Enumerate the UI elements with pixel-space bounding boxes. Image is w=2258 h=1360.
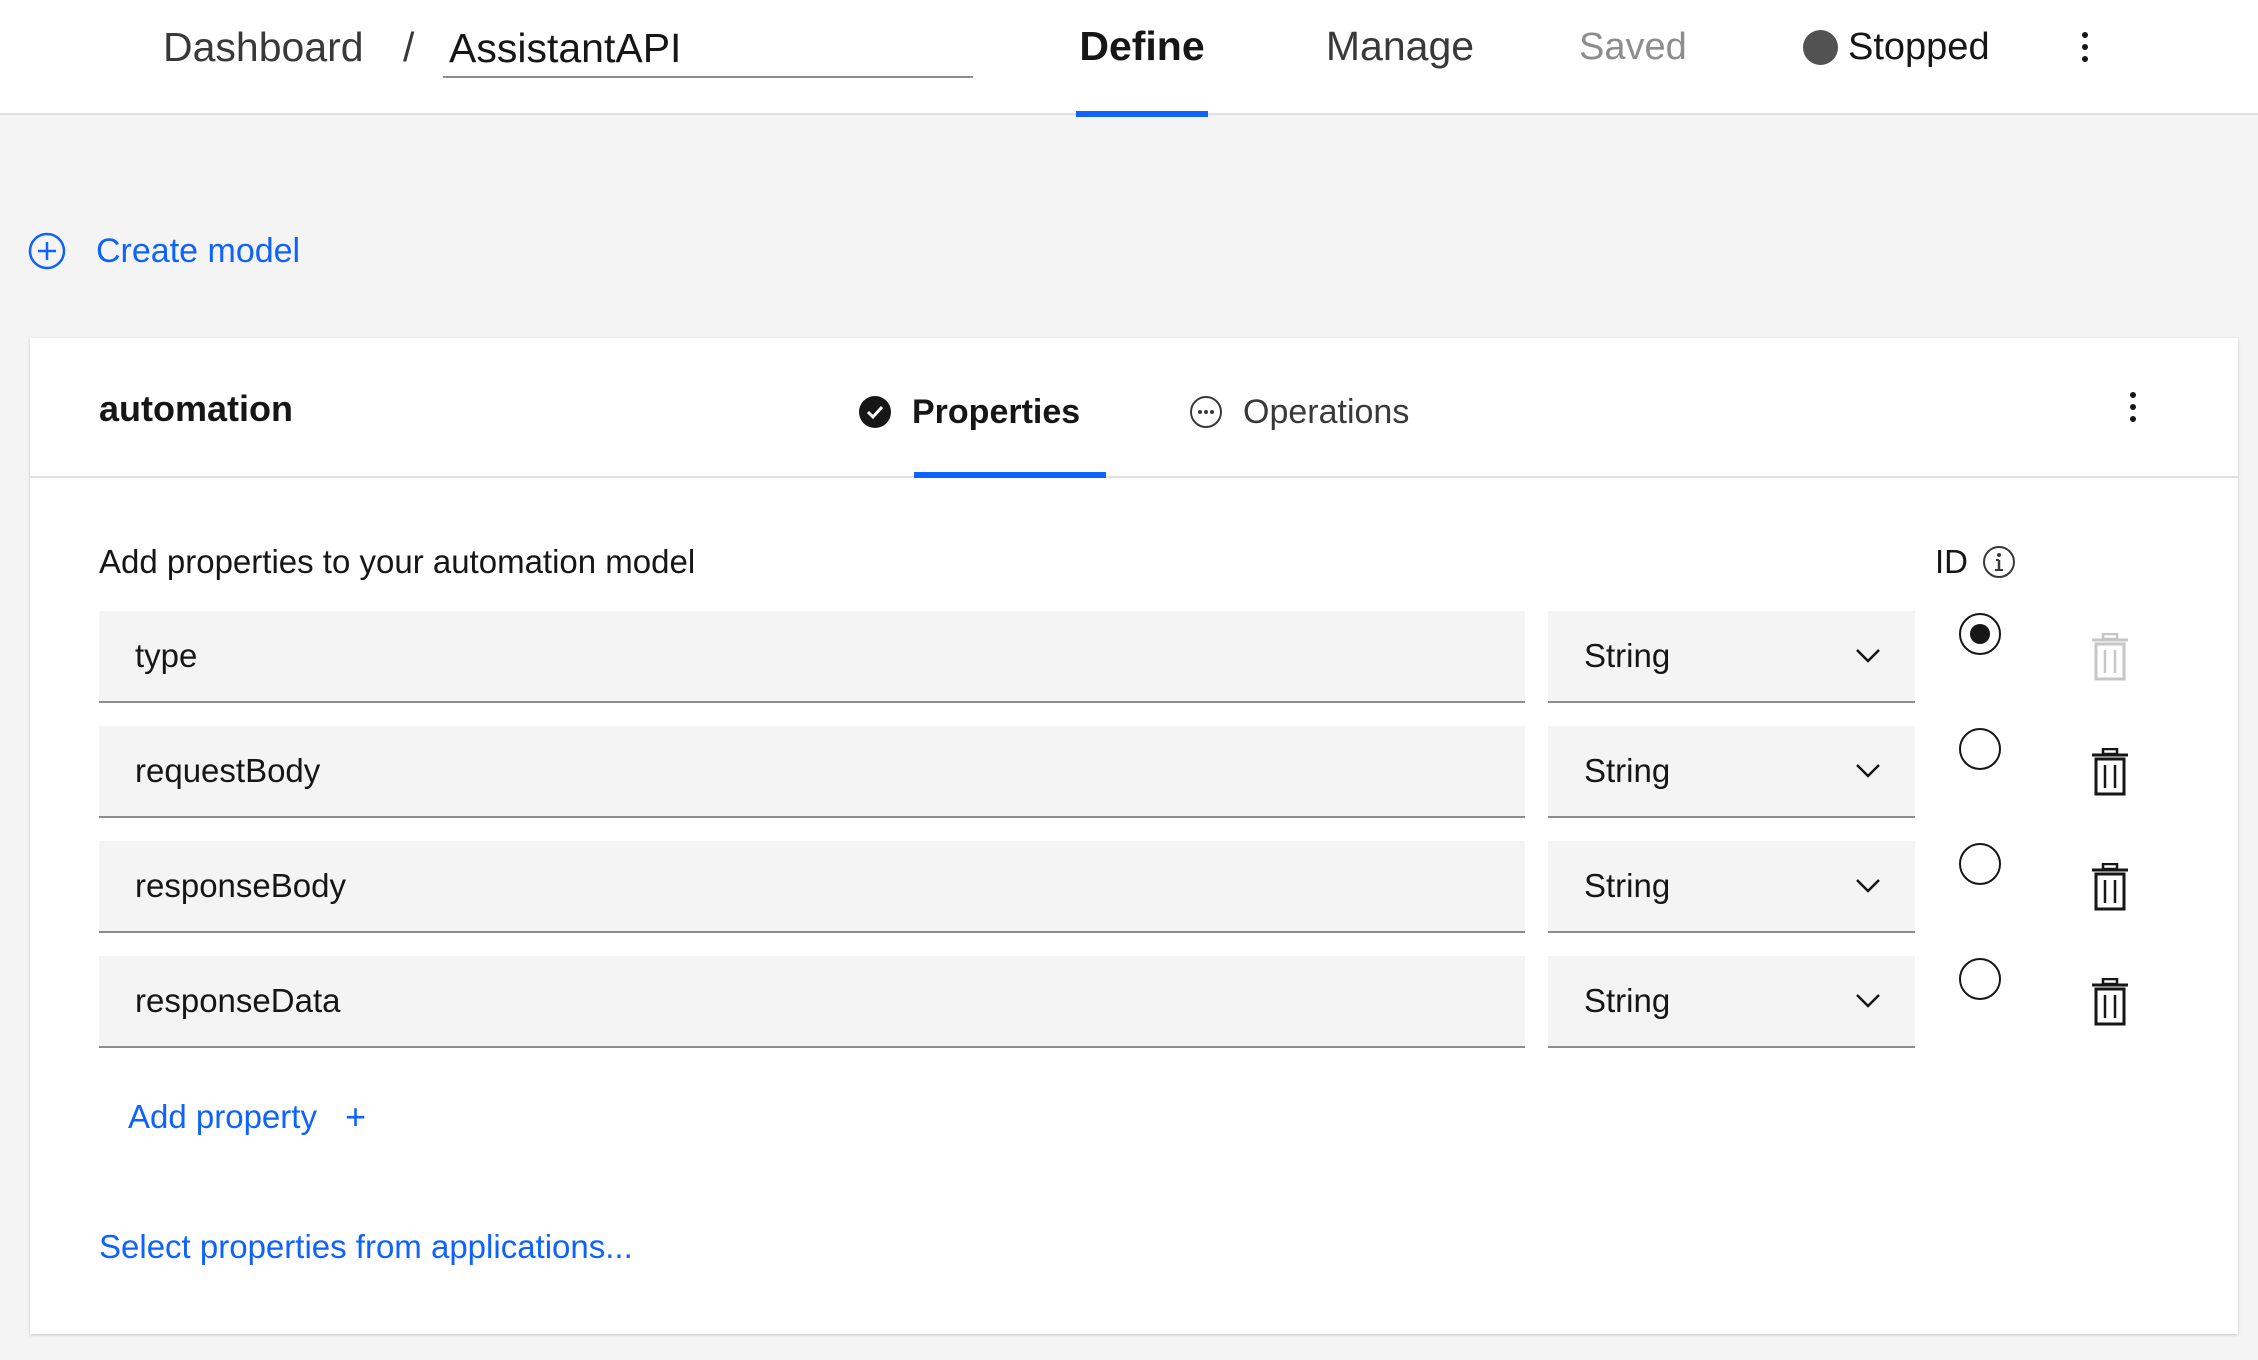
model-card: automation Properties Operations Add pro… bbox=[30, 338, 2238, 1334]
run-status-label: Stopped bbox=[1848, 25, 1990, 68]
tab-manage[interactable]: Manage bbox=[1320, 0, 1480, 115]
tab-properties-label: Properties bbox=[912, 393, 1081, 431]
property-type-value: String bbox=[1584, 982, 1671, 1019]
select-properties-from-apps-link[interactable]: Select properties from applications... bbox=[99, 1228, 633, 1266]
create-model-button[interactable]: Create model bbox=[28, 225, 300, 277]
property-type-select[interactable]: String bbox=[1548, 956, 1915, 1048]
property-type-select[interactable]: String bbox=[1548, 726, 1915, 818]
id-radio[interactable] bbox=[1959, 843, 2001, 885]
add-property-button[interactable]: Add property + bbox=[128, 1096, 366, 1138]
property-type-value: String bbox=[1584, 867, 1671, 904]
trash-can-icon[interactable] bbox=[2090, 863, 2130, 911]
id-column-header: ID bbox=[1935, 543, 2016, 581]
create-model-label: Create model bbox=[96, 231, 301, 270]
status-dot-icon bbox=[1803, 29, 1838, 65]
property-name-input[interactable] bbox=[99, 611, 1525, 703]
trash-can-icon[interactable] bbox=[2090, 978, 2130, 1026]
property-type-value: String bbox=[1584, 752, 1671, 789]
trash-can-icon bbox=[2092, 633, 2128, 681]
save-status: Saved bbox=[1579, 26, 1687, 68]
property-type-value: String bbox=[1584, 637, 1671, 674]
info-icon[interactable] bbox=[1982, 545, 2016, 579]
property-row: String bbox=[30, 611, 2238, 703]
tab-properties[interactable]: Properties bbox=[858, 388, 1106, 478]
id-radio[interactable] bbox=[1959, 958, 2001, 1000]
property-row: String bbox=[30, 726, 2238, 818]
id-radio-selected[interactable] bbox=[1959, 613, 2001, 655]
chevron-down-icon bbox=[1856, 879, 1880, 893]
breadcrumb-separator: / bbox=[403, 24, 415, 70]
model-name: automation bbox=[99, 388, 293, 429]
trash-can-icon[interactable] bbox=[2090, 748, 2130, 796]
property-name-input[interactable] bbox=[99, 956, 1525, 1048]
top-bar: Dashboard / Define Manage Saved Stopped bbox=[0, 0, 2258, 117]
property-name-input[interactable] bbox=[99, 841, 1525, 933]
active-tab-indicator bbox=[914, 472, 1106, 478]
breadcrumb-dashboard[interactable]: Dashboard bbox=[163, 22, 364, 72]
id-label: ID bbox=[1935, 543, 1968, 580]
run-status: Stopped bbox=[1803, 22, 1990, 72]
chevron-down-icon bbox=[1856, 764, 1880, 778]
chevron-down-icon bbox=[1856, 649, 1880, 663]
property-row: String bbox=[30, 956, 2238, 1048]
section-label: Add properties to your automation model bbox=[99, 543, 696, 580]
tab-operations[interactable]: Operations bbox=[1189, 388, 1449, 478]
model-card-header: automation Properties Operations bbox=[30, 338, 2238, 478]
checkmark-filled-icon bbox=[859, 396, 891, 428]
add-circle-icon bbox=[28, 232, 66, 270]
property-type-select[interactable]: String bbox=[1548, 841, 1915, 933]
add-icon: + bbox=[344, 1096, 366, 1137]
model-overflow-menu-icon[interactable] bbox=[2118, 382, 2148, 432]
property-name-input[interactable] bbox=[99, 726, 1525, 818]
property-type-select[interactable]: String bbox=[1548, 611, 1915, 703]
id-radio[interactable] bbox=[1959, 728, 2001, 770]
property-row: String bbox=[30, 841, 2238, 933]
tab-operations-label: Operations bbox=[1243, 393, 1410, 431]
overflow-circle-icon bbox=[1190, 396, 1222, 428]
app-name-input[interactable] bbox=[443, 20, 973, 78]
overflow-menu-icon[interactable] bbox=[2070, 22, 2100, 72]
chevron-down-icon bbox=[1856, 994, 1880, 1008]
tab-define[interactable]: Define bbox=[1076, 0, 1208, 117]
add-property-label: Add property bbox=[128, 1098, 317, 1135]
